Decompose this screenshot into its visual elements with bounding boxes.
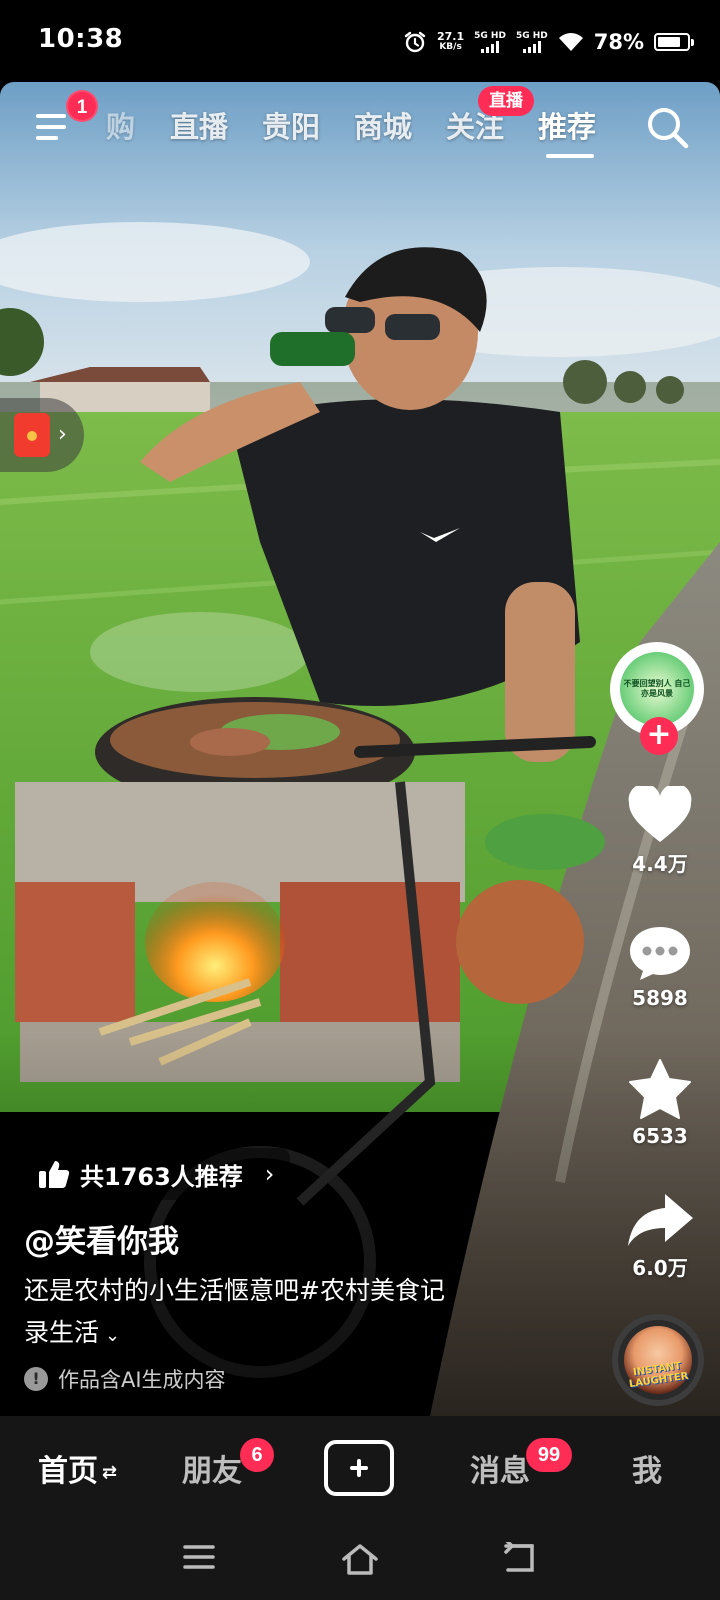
- tab-mall[interactable]: 商城: [354, 104, 412, 146]
- thumbs-up-icon: [39, 1161, 70, 1188]
- net-speed-unit: KB/s: [439, 42, 462, 52]
- caption-line-1: 还是农村的小生活惬意吧#农村美食记: [24, 1276, 445, 1305]
- net-speed-value: 27.1: [437, 30, 465, 43]
- like-button[interactable]: 4.4万: [610, 786, 710, 877]
- tab-friends-label: 朋友: [182, 1454, 242, 1489]
- share-icon: [628, 1194, 693, 1246]
- search-icon[interactable]: [644, 104, 690, 150]
- recommend-pill[interactable]: 共1763人推荐 ›: [24, 1148, 291, 1200]
- like-count: 4.4万: [632, 852, 688, 876]
- tab-city[interactable]: 贵阳: [262, 104, 320, 146]
- share-button[interactable]: 6.0万: [610, 1192, 710, 1281]
- music-disc[interactable]: INSTANT LAUGHTER: [612, 1314, 704, 1406]
- info-icon: !: [24, 1367, 48, 1391]
- ai-notice-text: 作品含AI生成内容: [58, 1368, 226, 1392]
- follow-button[interactable]: +: [640, 717, 678, 755]
- following-live-badge: 直播: [478, 86, 534, 116]
- recommend-text: 共1763人推荐: [80, 1162, 243, 1191]
- messages-badge: 99: [526, 1438, 572, 1472]
- caption-line-2: 录生活: [24, 1318, 100, 1347]
- red-envelope-icon: [14, 413, 50, 457]
- favorite-count: 6533: [632, 1124, 688, 1148]
- friends-badge: 6: [240, 1438, 274, 1472]
- bottom-tab-bar: 首页 ⇄ 朋友 6 消息 99 我: [0, 1416, 720, 1524]
- tab-live[interactable]: 直播: [170, 104, 228, 146]
- home-icon[interactable]: [340, 1542, 380, 1576]
- tab-home[interactable]: 首页 ⇄: [38, 1446, 117, 1490]
- wifi-icon: [558, 33, 583, 51]
- status-bar: 10:38 27.1 KB/s 5G HD 5G HD 78%: [0, 0, 720, 82]
- tab-me-label: 我: [632, 1454, 662, 1489]
- menu-badge: 1: [66, 90, 98, 122]
- author-avatar-text: 不要回望别人 自己亦是风景: [623, 679, 691, 698]
- comment-icon: [630, 927, 690, 980]
- refresh-icon: ⇄: [102, 1462, 118, 1483]
- back-icon[interactable]: [502, 1542, 538, 1574]
- battery-icon: [654, 33, 694, 51]
- sim1-label: 5G HD: [474, 31, 506, 41]
- recent-apps-icon[interactable]: [182, 1542, 216, 1572]
- ai-content-notice: ! 作品含AI生成内容: [24, 1364, 226, 1394]
- status-icons: 27.1 KB/s 5G HD 5G HD 78%: [403, 24, 694, 60]
- battery-fill: [658, 37, 680, 47]
- author-name[interactable]: @笑看你我: [24, 1216, 179, 1261]
- status-time: 10:38: [38, 24, 124, 54]
- tab-me[interactable]: 我: [632, 1446, 662, 1490]
- create-post-button[interactable]: [324, 1440, 394, 1496]
- tab-shop[interactable]: 购: [106, 104, 135, 146]
- red-envelope-widget[interactable]: ›: [0, 398, 84, 472]
- comment-count: 5898: [632, 986, 688, 1010]
- alarm-icon: [404, 31, 426, 53]
- tab-recommend[interactable]: 推荐: [538, 104, 596, 146]
- chevron-right-icon: ›: [58, 422, 67, 447]
- share-count: 6.0万: [632, 1256, 688, 1280]
- favorite-button[interactable]: 6533: [610, 1058, 710, 1148]
- post-caption[interactable]: 还是农村的小生活惬意吧#农村美食记 录生活 ⌄: [24, 1270, 544, 1357]
- star-icon: [629, 1059, 691, 1119]
- tab-friends[interactable]: 朋友: [182, 1446, 242, 1490]
- battery-percent: 78%: [593, 30, 644, 54]
- heart-icon: [628, 786, 692, 842]
- expand-chevron-icon[interactable]: ⌄: [105, 1325, 120, 1346]
- active-tab-indicator: [546, 154, 594, 158]
- system-nav-bar: [0, 1524, 720, 1600]
- sim2-label: 5G HD: [515, 31, 548, 41]
- tab-messages-label: 消息: [470, 1454, 530, 1489]
- tab-home-label: 首页: [38, 1454, 98, 1489]
- net-speed: 27.1 KB/s: [437, 31, 464, 53]
- signal-icon: 5G HD: [474, 31, 506, 53]
- chevron-right-icon: ›: [264, 1160, 275, 1188]
- top-nav: 1 购 直播 贵阳 商城 关注 直播 推荐: [0, 82, 720, 178]
- comment-button[interactable]: 5898: [610, 924, 710, 1010]
- signal-icon: 5G HD: [516, 31, 548, 53]
- tab-messages[interactable]: 消息: [470, 1446, 530, 1490]
